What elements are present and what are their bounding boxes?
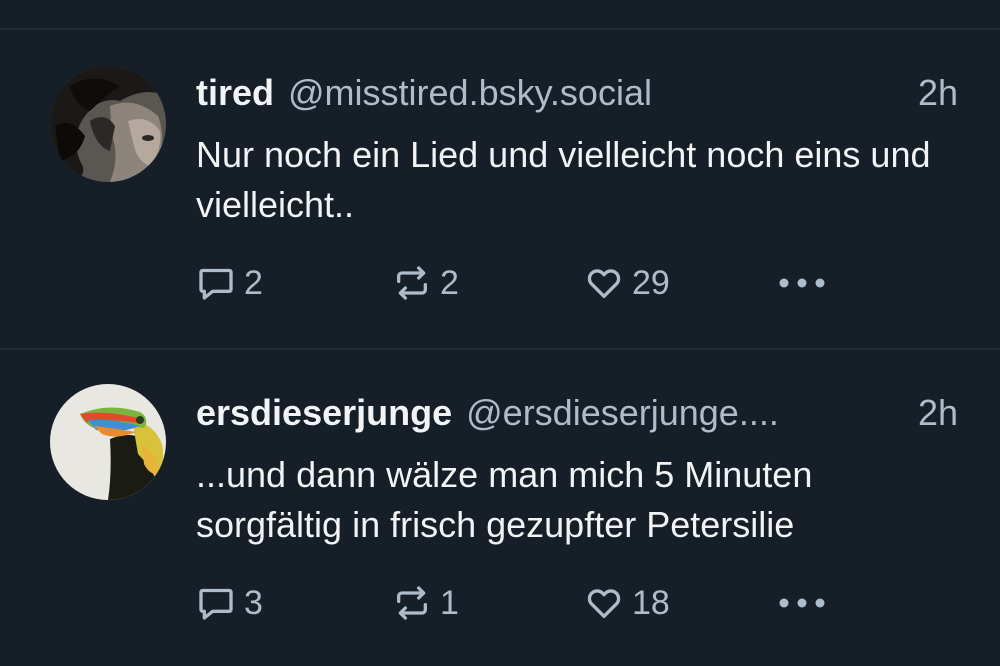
more-options-button[interactable] (778, 580, 828, 626)
like-count: 18 (632, 583, 670, 622)
post-actions: 2 2 29 (196, 260, 896, 306)
reply-count: 2 (244, 263, 263, 302)
post-header: tired @misstired.bsky.social 2h (196, 72, 958, 118)
repost-icon (397, 586, 427, 620)
like-button[interactable]: 18 (584, 580, 670, 626)
post-text: Nur noch ein Lied und vielleicht noch ei… (196, 134, 931, 225)
avatar-image (50, 66, 166, 182)
repost-count: 2 (440, 263, 459, 302)
author-handle[interactable]: @misstired.bsky.social (288, 72, 900, 114)
avatar[interactable] (50, 66, 166, 182)
post-text: ...und dann wälze man mich 5 Minuten sor… (196, 454, 813, 545)
author-handle[interactable]: @ersdieserjunge.... (466, 392, 900, 434)
like-button[interactable]: 29 (584, 260, 670, 306)
like-count: 29 (632, 263, 670, 302)
post-actions: 3 1 18 (196, 580, 896, 626)
post-feed: tired @misstired.bsky.social 2h Nur noch… (0, 0, 1000, 666)
author-name[interactable]: tired (196, 72, 274, 114)
post-timestamp[interactable]: 2h (918, 72, 958, 114)
more-dots-icon (779, 598, 825, 608)
heart-icon (587, 589, 621, 618)
more-options-button[interactable] (778, 260, 828, 306)
avatar[interactable] (50, 384, 166, 500)
post-item[interactable]: ersdieserjunge @ersdieserjunge.... 2h ..… (0, 350, 1000, 666)
author-name[interactable]: ersdieserjunge (196, 392, 452, 434)
repost-count: 1 (440, 583, 459, 622)
post-header: ersdieserjunge @ersdieserjunge.... 2h (196, 392, 958, 438)
avatar-image (50, 384, 166, 500)
reply-button[interactable]: 2 (196, 260, 263, 306)
more-dots-icon (779, 278, 825, 288)
repost-icon (397, 266, 427, 300)
post-item[interactable]: tired @misstired.bsky.social 2h Nur noch… (0, 30, 1000, 348)
repost-button[interactable]: 2 (392, 260, 459, 306)
reply-button[interactable]: 3 (196, 580, 263, 626)
post-timestamp[interactable]: 2h (918, 392, 958, 434)
reply-count: 3 (244, 583, 263, 622)
reply-icon (199, 588, 233, 620)
heart-icon (587, 269, 621, 298)
repost-button[interactable]: 1 (392, 580, 459, 626)
reply-icon (199, 268, 233, 300)
